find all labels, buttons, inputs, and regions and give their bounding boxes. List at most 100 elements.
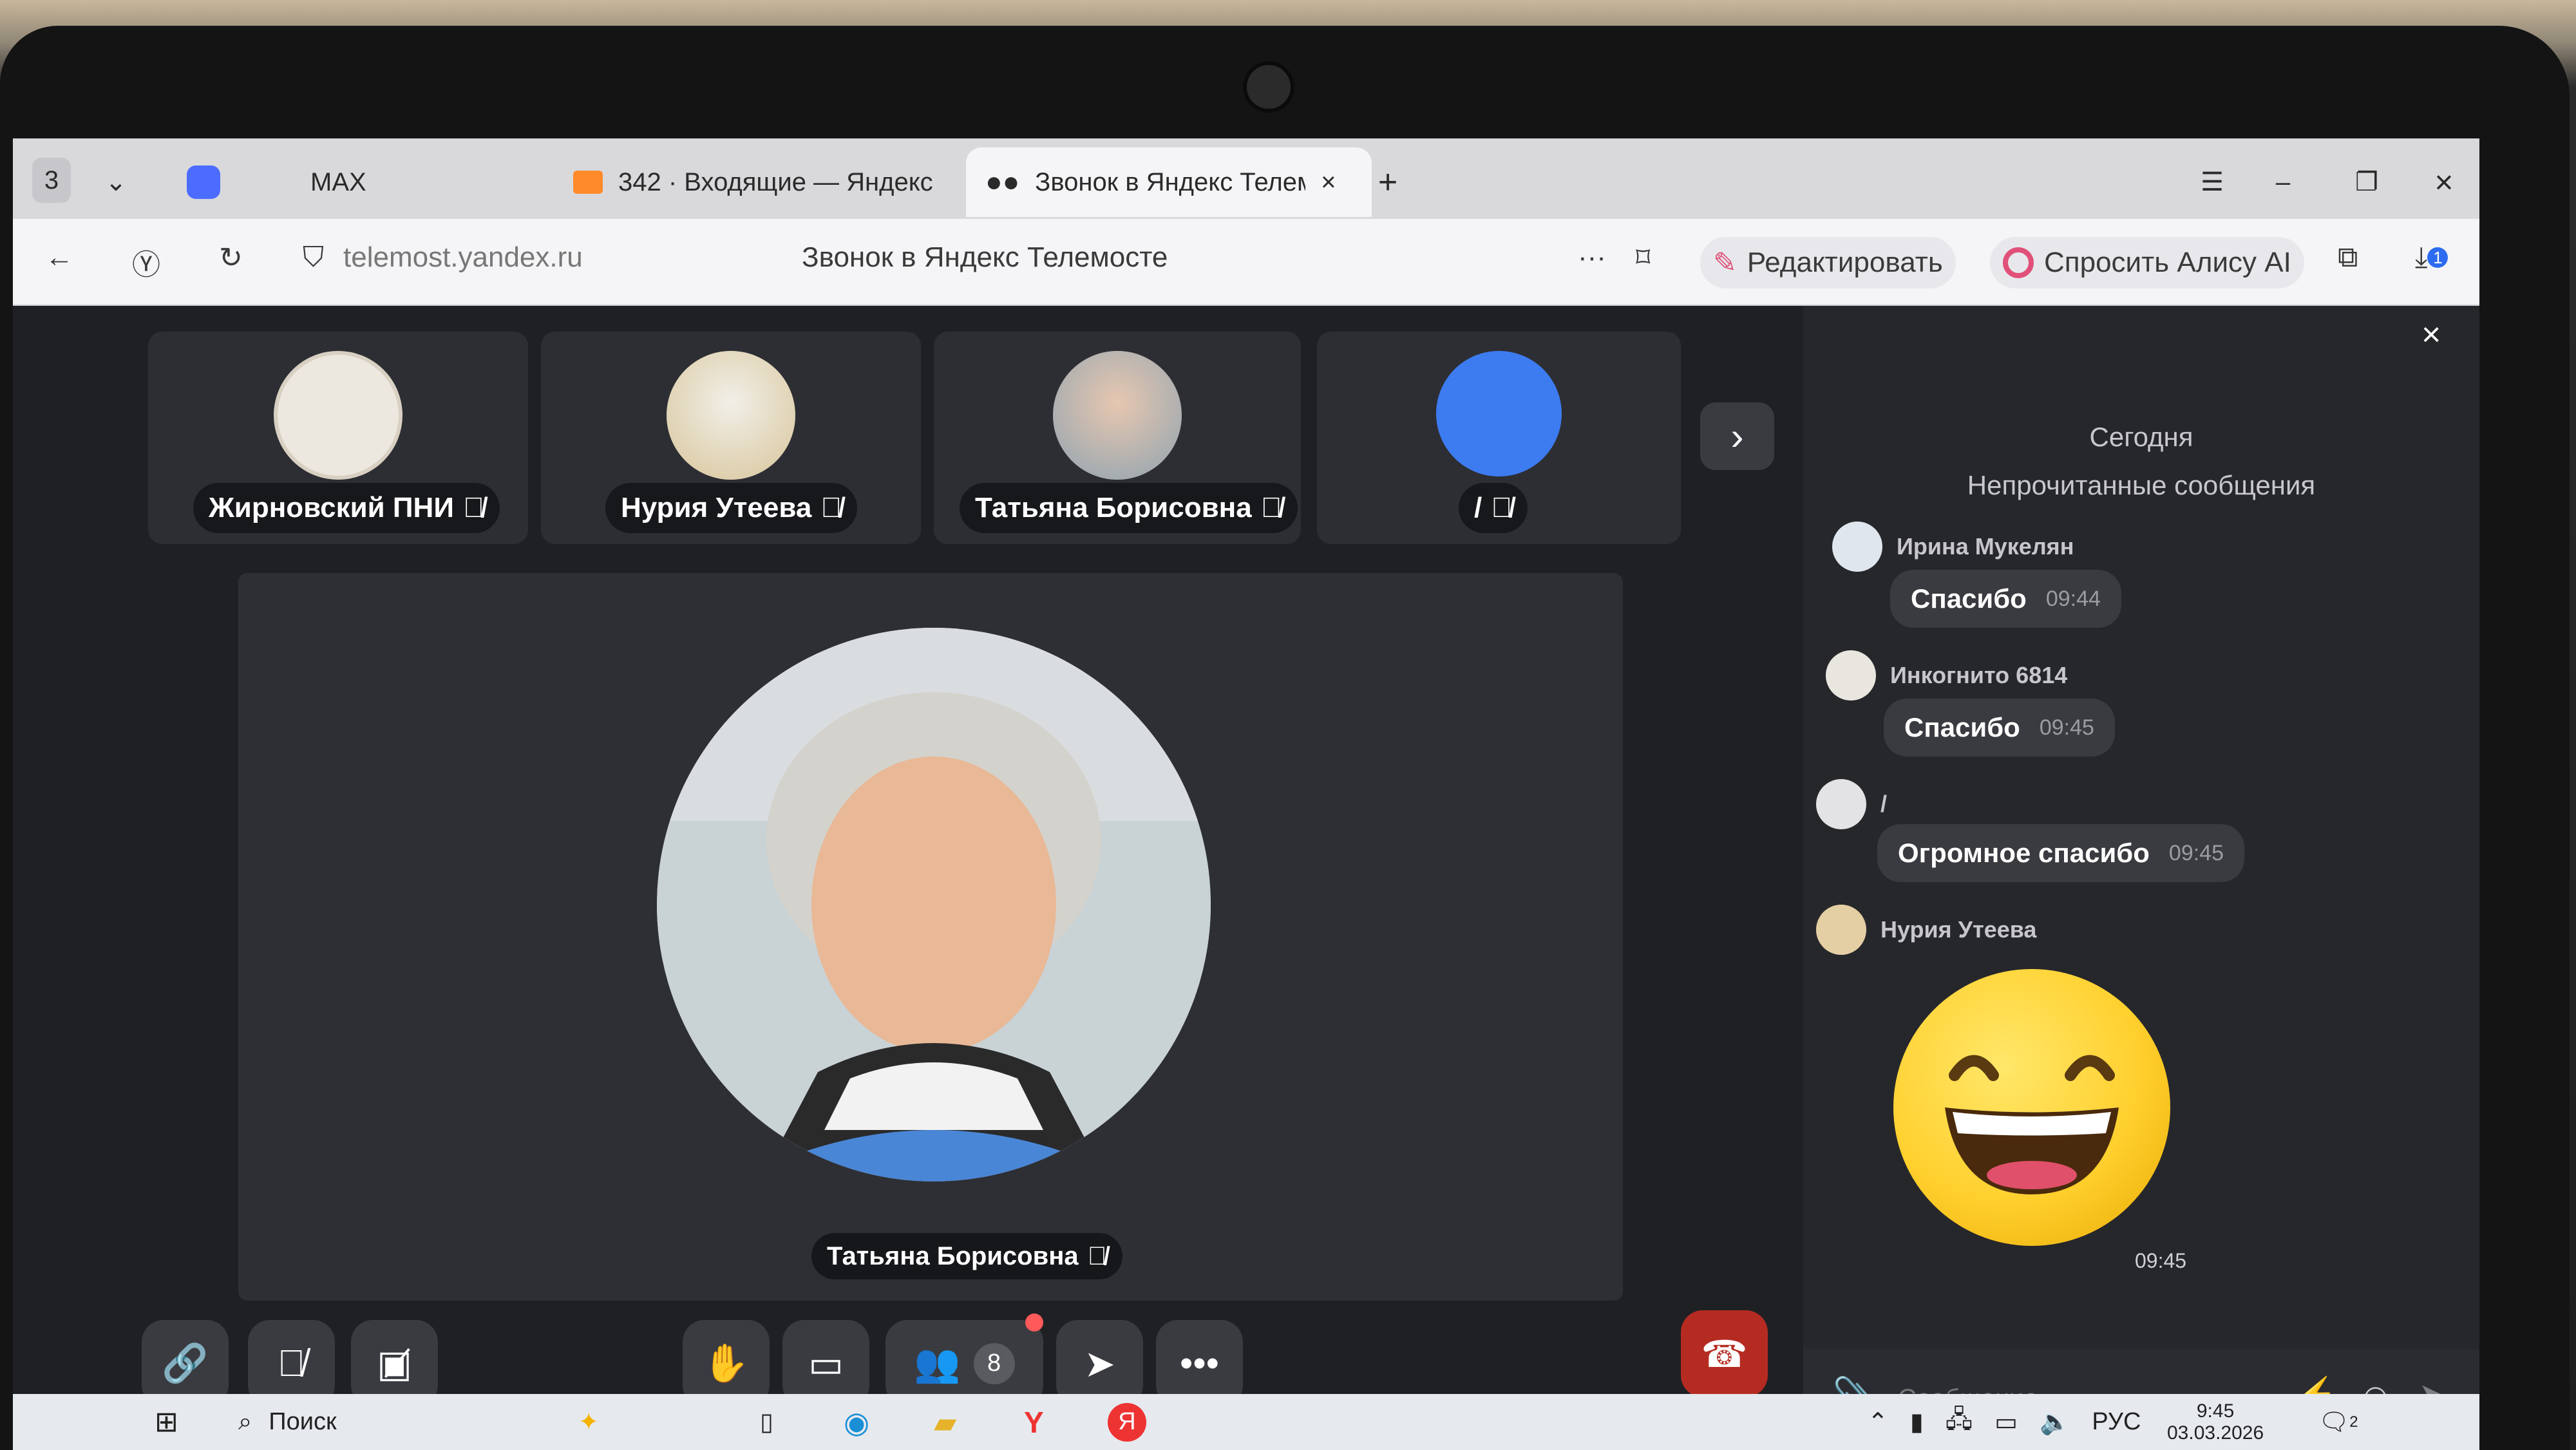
close-icon: ×: [2434, 164, 2454, 200]
mic-off-icon: 🎙̸: [462, 492, 484, 523]
message-author: Нурия Утеева: [1816, 905, 2036, 955]
page-title: Звонок в Яндекс Телемосте: [802, 241, 1168, 273]
bookmark-button[interactable]: ⌑: [1636, 241, 1651, 274]
portrait-image: [657, 628, 1211, 1182]
explorer-button[interactable]: ▰: [934, 1394, 956, 1450]
screen-icon: ▭: [808, 1342, 844, 1385]
reload-button[interactable]: ↻: [219, 241, 243, 274]
participant-tile[interactable]: Жирновский ПНИ 🎙̸: [148, 332, 528, 544]
message-author: Инкогнито 6814: [1826, 650, 2067, 701]
main-speaker-avatar: [657, 628, 1211, 1182]
mic-off-icon: 🎙̸: [277, 1342, 306, 1384]
avatar: [1826, 650, 1876, 701]
downloads-badge: 1: [2427, 247, 2448, 268]
search-label: Поиск: [269, 1408, 337, 1435]
avatar: [1436, 351, 1562, 476]
yandex-browser-button[interactable]: Y: [1024, 1394, 1044, 1450]
windows-icon: ⊞: [155, 1406, 178, 1438]
tab-mail-label: 342 · Входящие — Яндекс: [618, 167, 933, 196]
participant-name-chip: Нурия Утеева 🎙̸: [605, 483, 858, 533]
yandex-button[interactable]: Ⓨ: [132, 241, 160, 283]
more-button[interactable]: ···: [1578, 241, 1606, 274]
message-text: Спасибо: [1911, 583, 2027, 614]
clock[interactable]: 9:45 03.03.2026: [2167, 1394, 2264, 1450]
restore-icon: ❐: [2355, 168, 2378, 196]
notifications-count: 2: [2349, 1413, 2358, 1431]
edge-icon: ◉: [844, 1405, 870, 1439]
mic-off-icon: 🎙̸: [1491, 492, 1513, 523]
next-participants-button[interactable]: ›: [1700, 402, 1774, 470]
new-tab-button[interactable]: +: [1365, 147, 1410, 217]
avatar: [1053, 351, 1182, 480]
close-window-button[interactable]: ×: [2421, 147, 2467, 217]
chat-message: Огромное спасибо 09:45: [1877, 824, 2244, 882]
participant-tile[interactable]: / 🎙̸: [1317, 332, 1681, 544]
participant-tile[interactable]: Нурия Утеева 🎙̸: [541, 332, 921, 544]
participant-tile[interactable]: Татьяна Борисовна 🎙̸: [934, 332, 1301, 544]
edit-button[interactable]: ✎ Редактировать: [1700, 237, 1956, 288]
avatar: [1816, 779, 1866, 829]
clock-time: 9:45: [2196, 1400, 2235, 1422]
more-dots-icon: ···: [1578, 241, 1606, 273]
participant-name-chip: Татьяна Борисовна 🎙̸: [960, 483, 1298, 533]
tabs-dropdown[interactable]: ⌄: [93, 147, 138, 217]
url-text: telemost.yandex.ru: [343, 241, 583, 273]
avatar: [1816, 905, 1866, 955]
translate-button[interactable]: ⧉: [2338, 241, 2358, 274]
chat-message: Спасибо 09:45: [1884, 699, 2115, 757]
tab-list-button[interactable]: ☰: [2190, 147, 2235, 217]
system-tray[interactable]: ⌃ ▮ 🖧 ▭ 🔈 РУС: [1868, 1394, 2141, 1450]
edit-label: Редактировать: [1747, 247, 1943, 278]
restore-button[interactable]: ❐: [2344, 147, 2389, 217]
start-button[interactable]: ⊞: [155, 1394, 178, 1450]
participant-name: Жирновский ПНИ: [209, 492, 454, 523]
message-time: 09:44: [2045, 586, 2101, 611]
send-icon: ➤: [1084, 1342, 1115, 1385]
battery-icon: ▭: [1994, 1409, 2018, 1436]
tab-counter[interactable]: 3: [32, 158, 71, 203]
back-button[interactable]: ←: [45, 241, 73, 274]
tab-max-label: MAX: [310, 167, 366, 196]
language-indicator: РУС: [2092, 1408, 2141, 1435]
more-dots-icon: •••: [1180, 1342, 1219, 1384]
minimize-button[interactable]: –: [2260, 147, 2306, 217]
yandex-browser-icon: Y: [1024, 1405, 1044, 1439]
network-icon: 🖧: [1945, 1406, 1973, 1433]
tab-telemost-label: Звонок в Яндекс Телем: [1035, 167, 1306, 196]
chat-panel: × Сегодня Непрочитанные сообщения Ирина …: [1803, 306, 2479, 1450]
url-field[interactable]: ⛉ telemost.yandex.ru: [303, 241, 583, 274]
plus-icon: +: [1378, 164, 1398, 201]
reload-icon: ↻: [219, 242, 243, 274]
participant-name-chip: Жирновский ПНИ 🎙̸: [193, 483, 500, 533]
taskbar-search[interactable]: ⌕ Поиск ✦: [238, 1394, 599, 1450]
laptop-screen: 3 ⌄ MAX 342 · Входящие — Яндекс ●● Звоно…: [13, 138, 2479, 1450]
task-view-icon: ▯: [760, 1409, 773, 1436]
downloads-button[interactable]: ⤓ 1: [2415, 241, 2448, 274]
sparkle-icon: ✦: [578, 1409, 599, 1436]
phone-hangup-icon: ☎: [1701, 1333, 1748, 1375]
pencil-icon: ✎: [1713, 247, 1737, 279]
tab-mail[interactable]: 342 · Входящие — Яндекс: [573, 147, 960, 217]
participant-name-chip: / 🎙̸: [1459, 483, 1528, 533]
tab-max[interactable]: MAX: [180, 147, 547, 217]
volume-icon: 🔈: [2040, 1408, 2070, 1436]
yandex-app-button[interactable]: Я: [1108, 1394, 1146, 1450]
unread-divider: Непрочитанные сообщения: [1967, 470, 2316, 500]
main-speaker-name: Татьяна Борисовна: [827, 1241, 1079, 1270]
participant-name: Нурия Утеева: [621, 492, 812, 523]
close-chat-button[interactable]: ×: [2421, 315, 2441, 354]
camera-off-icon: ▣̸: [377, 1342, 412, 1385]
telemost-icon: ●●: [985, 166, 1020, 198]
webcam: [1243, 61, 1294, 113]
close-tab-icon[interactable]: ×: [1321, 168, 1336, 197]
chat-message: Спасибо 09:44: [1890, 570, 2121, 628]
notifications-button[interactable]: 🗨 2: [2318, 1394, 2358, 1450]
tab-telemost[interactable]: ●● Звонок в Яндекс Телем ×: [966, 147, 1372, 217]
ask-alice-button[interactable]: Спросить Алису AI: [1990, 237, 2304, 288]
task-view-button[interactable]: ▯: [760, 1394, 773, 1450]
participants-count: 8: [973, 1342, 1015, 1384]
hang-up-button[interactable]: ☎: [1681, 1310, 1768, 1397]
edge-button[interactable]: ◉: [844, 1394, 869, 1450]
folder-icon: ▰: [934, 1405, 957, 1439]
author-name: /: [1880, 791, 1888, 817]
